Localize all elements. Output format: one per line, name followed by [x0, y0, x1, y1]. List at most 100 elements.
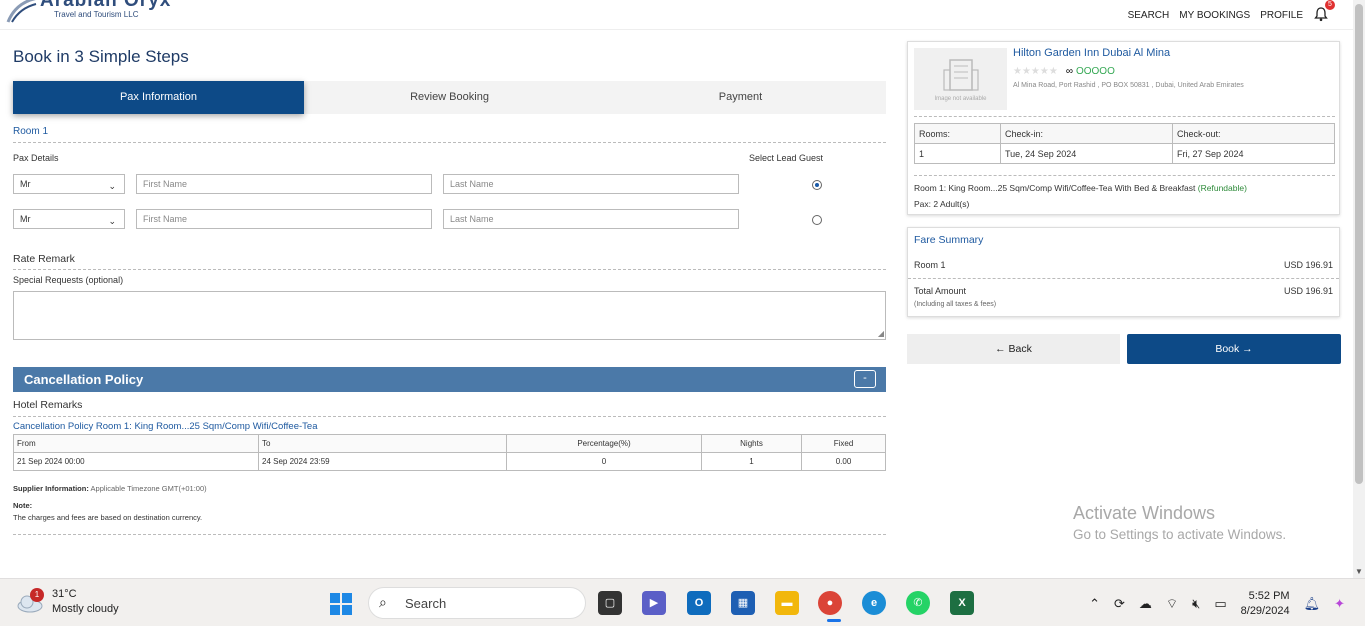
- cell-from: 21 Sep 2024 00:00: [13, 452, 259, 471]
- cell-check-out: Fri, 27 Sep 2024: [1172, 143, 1335, 164]
- outlook-icon[interactable]: O: [687, 591, 711, 615]
- booking-steps: Pax Information Review Booking Payment: [13, 81, 886, 114]
- step-pax-information[interactable]: Pax Information: [13, 81, 304, 114]
- cloud-off-icon[interactable]: ☁: [1139, 596, 1152, 612]
- sync-icon[interactable]: ⟳: [1114, 596, 1125, 612]
- cell-to: 24 Sep 2024 23:59: [258, 452, 507, 471]
- clock-date: 8/29/2024: [1240, 605, 1290, 617]
- file-explorer-icon[interactable]: ▬: [775, 591, 799, 615]
- activate-windows-watermark: Activate Windows Go to Settings to activ…: [1073, 503, 1286, 542]
- weather-condition: Mostly cloudy: [52, 603, 119, 615]
- divider: [13, 416, 886, 417]
- title-select-value: Mr: [20, 179, 31, 189]
- taskbar-search[interactable]: ⌕ Search: [368, 587, 586, 619]
- col-to: To: [258, 434, 507, 453]
- refundable-badge: (Refundable): [1197, 183, 1247, 193]
- hotel-remarks-label: Hotel Remarks: [13, 399, 83, 411]
- weather-widget[interactable]: 1 31°C Mostly cloudy: [16, 587, 119, 617]
- weather-text: 31°C Mostly cloudy: [52, 587, 119, 617]
- room-text: Room 1: King Room...25 Sqm/Comp Wifi/Cof…: [914, 183, 1196, 193]
- chevron-down-icon: ⌄: [108, 181, 116, 191]
- scrollbar-thumb[interactable]: [1355, 4, 1363, 484]
- first-name-input-guest-1[interactable]: First Name: [136, 174, 432, 194]
- first-name-input-guest-2[interactable]: First Name: [136, 209, 432, 229]
- store-icon[interactable]: ▦: [731, 591, 755, 615]
- excel-icon[interactable]: X: [950, 591, 974, 615]
- note-text: The charges and fees are based on destin…: [13, 513, 203, 522]
- supplier-info: Supplier Information: Applicable Timezon…: [13, 484, 207, 493]
- title-select-guest-2[interactable]: Mr ⌄: [13, 209, 125, 229]
- resize-handle-icon[interactable]: ◢: [878, 329, 884, 338]
- speaker-muted-icon[interactable]: 🔇︎: [1192, 596, 1200, 612]
- nav-profile[interactable]: PROFILE: [1260, 10, 1303, 21]
- chevron-up-icon[interactable]: ⌃: [1089, 596, 1100, 612]
- back-button[interactable]: ← Back: [907, 334, 1120, 364]
- task-view-icon[interactable]: ▢: [598, 591, 622, 615]
- clock[interactable]: 5:52 PM 8/29/2024: [1241, 589, 1290, 619]
- search-icon: ⌕: [379, 594, 387, 610]
- wifi-icon[interactable]: ⌔: [1166, 596, 1178, 612]
- page-scrollbar[interactable]: ▼: [1353, 0, 1365, 578]
- hotel-name[interactable]: Hilton Garden Inn Dubai Al Mina: [1013, 47, 1170, 59]
- tripadvisor-bubbles: OOOOO: [1075, 66, 1115, 77]
- whatsapp-icon[interactable]: ✆: [906, 591, 930, 615]
- cancellation-table: From To Percentage(%) Nights Fixed 21 Se…: [13, 434, 886, 471]
- lead-guest-radio-2[interactable]: [812, 215, 822, 225]
- notification-bell-icon[interactable]: 5: [1313, 0, 1335, 24]
- last-name-input-guest-1[interactable]: Last Name: [443, 174, 739, 194]
- top-header: Arabian Oryx Travel and Tourism LLC SEAR…: [0, 0, 1353, 30]
- windows-taskbar: 1 31°C Mostly cloudy ⌕ Search ▢ ▶ O ▦ ▬ …: [0, 578, 1365, 626]
- special-requests-label: Special Requests (optional): [13, 275, 124, 285]
- fare-room-label: Room 1: [914, 260, 946, 270]
- chrome-icon[interactable]: ●: [818, 591, 842, 615]
- taskbar-search-label: Search: [405, 596, 447, 611]
- brand-logo[interactable]: Arabian Oryx Travel and Tourism LLC: [6, 0, 176, 28]
- activate-windows-title: Activate Windows: [1073, 503, 1216, 523]
- hotel-summary-card: Image not available Hilton Garden Inn Du…: [907, 41, 1340, 215]
- activate-windows-subtitle: Go to Settings to activate Windows.: [1073, 527, 1287, 542]
- cloud-icon: 1: [16, 588, 44, 613]
- windows-start-icon[interactable]: [330, 593, 352, 615]
- fare-summary-title: Fare Summary: [914, 234, 984, 246]
- supplier-info-value: Applicable Timezone GMT(+01:00): [90, 484, 207, 493]
- divider: [914, 116, 1335, 117]
- notification-icon[interactable]: 🔔︎: [1304, 596, 1321, 612]
- table-row: 21 Sep 2024 00:00 24 Sep 2024 23:59 0 1 …: [13, 452, 886, 471]
- lead-guest-radio-1[interactable]: [812, 180, 822, 190]
- divider: [13, 269, 886, 270]
- battery-icon[interactable]: ▭: [1214, 596, 1226, 612]
- last-name-input-guest-2[interactable]: Last Name: [443, 209, 739, 229]
- fare-total-row: Total Amount USD 196.91: [914, 286, 1333, 296]
- active-indicator: [827, 619, 841, 622]
- table-row: 1 Tue, 24 Sep 2024 Fri, 27 Sep 2024: [914, 143, 1335, 164]
- room-label: Room 1: [13, 126, 49, 137]
- step-payment[interactable]: Payment: [595, 81, 886, 114]
- copilot-icon[interactable]: ✦: [1334, 596, 1345, 612]
- tripadvisor-owl-icon: ∞: [1065, 66, 1073, 77]
- step-review-booking[interactable]: Review Booking: [304, 81, 595, 114]
- nav-search[interactable]: SEARCH: [1128, 10, 1170, 21]
- book-button[interactable]: Book →: [1127, 334, 1341, 364]
- divider: [13, 534, 886, 535]
- scroll-down-icon[interactable]: ▼: [1355, 567, 1363, 576]
- hotel-image-placeholder: Image not available: [914, 48, 1007, 110]
- pax-details-label: Pax Details: [13, 153, 59, 163]
- col-nights: Nights: [701, 434, 802, 453]
- special-requests-textarea[interactable]: ◢: [13, 291, 886, 340]
- supplier-info-label: Supplier Information:: [13, 484, 89, 493]
- table-header-row: Rooms: Check-in: Check-out:: [914, 123, 1335, 144]
- divider: [13, 142, 886, 143]
- system-tray: ⌃ ⟳ ☁ ⌔ 🔇︎ ▭ 5:52 PM 8/29/2024 🔔︎ ✦: [1089, 589, 1345, 619]
- temperature: 31°C: [52, 588, 77, 600]
- title-select-guest-1[interactable]: Mr ⌄: [13, 174, 125, 194]
- stay-dates-table: Rooms: Check-in: Check-out: 1 Tue, 24 Se…: [914, 123, 1335, 164]
- collapse-toggle-button[interactable]: -: [854, 370, 876, 388]
- cell-check-in: Tue, 24 Sep 2024: [1000, 143, 1173, 164]
- col-rooms: Rooms:: [914, 123, 1001, 144]
- cancellation-policy-header[interactable]: Cancellation Policy -: [13, 367, 886, 392]
- page-title: Book in 3 Simple Steps: [13, 47, 189, 66]
- nav-my-bookings[interactable]: MY BOOKINGS: [1179, 10, 1250, 21]
- fare-summary-card: Fare Summary Room 1 USD 196.91 Total Amo…: [907, 227, 1340, 317]
- edge-icon[interactable]: e: [862, 591, 886, 615]
- teams-icon[interactable]: ▶: [642, 591, 666, 615]
